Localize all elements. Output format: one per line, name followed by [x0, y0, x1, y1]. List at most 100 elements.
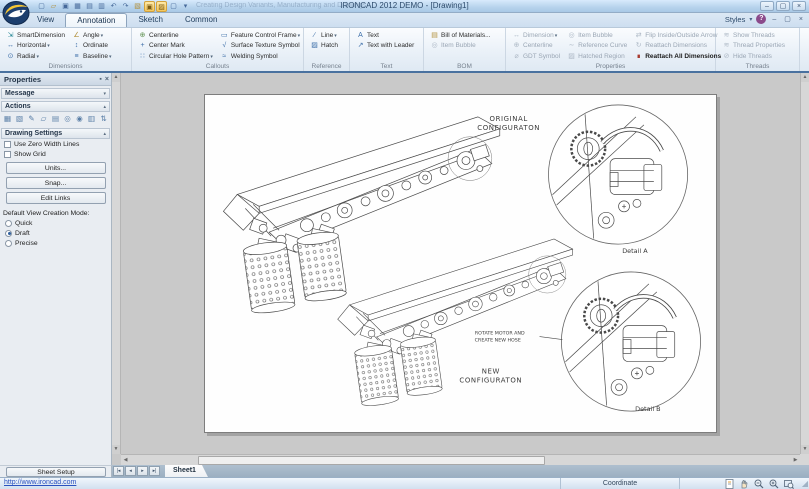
radio-draft[interactable]: Draft: [0, 228, 111, 238]
first-sheet-icon[interactable]: |◂: [113, 466, 124, 476]
web-icon[interactable]: ◎: [62, 114, 73, 124]
undo-icon[interactable]: ↶: [108, 1, 119, 12]
zoom-fit-icon[interactable]: [783, 479, 795, 489]
hatched-region-button[interactable]: ▨Hatched Region: [565, 51, 629, 62]
scroll-up-icon[interactable]: ▲: [801, 73, 809, 82]
welding-symbol-button[interactable]: ≈Welding Symbol: [218, 51, 302, 62]
document-close-icon[interactable]: ×: [797, 16, 805, 23]
tab-annotation[interactable]: Annotation: [65, 13, 127, 27]
update-icon[interactable]: ⇅: [98, 114, 109, 124]
item-bubble-button[interactable]: ◎Item Bubble: [428, 41, 493, 52]
angle-dimension-button[interactable]: ∠Angle: [70, 30, 113, 41]
thread-properties-button[interactable]: ≋Thread Properties: [720, 41, 787, 52]
hatch-button[interactable]: ▨Hatch: [308, 41, 340, 52]
radial-dimension-button[interactable]: ⊙Radial: [4, 51, 67, 62]
checkbox-box[interactable]: [4, 151, 11, 158]
tab-common[interactable]: Common: [174, 13, 228, 27]
previous-sheet-icon[interactable]: ◂: [125, 466, 136, 476]
new-window-icon[interactable]: ▢: [168, 1, 179, 12]
close-icon[interactable]: ×: [792, 1, 806, 11]
new-document-icon[interactable]: ▢: [36, 1, 47, 12]
open-folder-icon[interactable]: ▱: [38, 114, 49, 124]
styles-dropdown[interactable]: Styles: [725, 15, 745, 24]
export-icon[interactable]: ▥: [86, 114, 97, 124]
surface-texture-symbol-button[interactable]: √Surface Texture Symbol: [218, 41, 302, 52]
drawing-canvas[interactable]: ORIGINAL CONFIGURATON NEW CONFIGURATON R…: [121, 73, 800, 454]
customize-qat-icon[interactable]: ▾: [180, 1, 191, 12]
scroll-down-icon[interactable]: ▼: [112, 445, 120, 454]
message-chevron-icon[interactable]: ▾: [103, 89, 106, 99]
circular-hole-pattern-button[interactable]: ∷Circular Hole Pattern: [136, 51, 215, 62]
scroll-right-icon[interactable]: ▶: [791, 455, 800, 465]
minimize-icon[interactable]: –: [760, 1, 774, 11]
reference-line-button[interactable]: ∕Line: [308, 30, 340, 41]
checkbox-use-zero-width-lines[interactable]: Use Zero Width Lines: [0, 139, 111, 149]
document-minimize-icon[interactable]: –: [770, 16, 778, 23]
scroll-up-icon[interactable]: ▲: [112, 73, 120, 82]
help-icon[interactable]: ?: [756, 14, 766, 24]
panel-close-icon[interactable]: ×: [105, 73, 109, 86]
dimension-properties-button[interactable]: ↔Dimension: [510, 30, 562, 41]
image-icon[interactable]: ◉: [74, 114, 85, 124]
radio-button[interactable]: [5, 220, 12, 227]
section-drawing-settings[interactable]: Drawing Settings ▴: [1, 128, 110, 139]
item-bubble-properties-button[interactable]: ◎Item Bubble: [565, 30, 629, 41]
panel-vertical-scrollbar[interactable]: ▲ ▼: [112, 73, 121, 454]
panel-pin-icon[interactable]: ▪: [99, 73, 101, 86]
centerline-properties-button[interactable]: ⊕Centerline: [510, 41, 562, 52]
radio-precise[interactable]: Precise: [0, 238, 111, 248]
render-mode-icon[interactable]: ▨: [156, 1, 167, 12]
ordinate-dimension-button[interactable]: ↕Ordinate: [70, 41, 113, 52]
table-icon[interactable]: ▤: [50, 114, 61, 124]
checkbox-show-grid[interactable]: Show Grid: [0, 149, 111, 159]
horizontal-scroll-thumb[interactable]: [198, 456, 545, 465]
text-button[interactable]: AText: [354, 30, 416, 41]
text-with-leader-button[interactable]: ↗Text with Leader: [354, 41, 416, 52]
radio-button-selected[interactable]: [5, 230, 12, 237]
copy-icon[interactable]: ▧: [132, 1, 143, 12]
document-restore-icon[interactable]: ▢: [782, 15, 793, 23]
feature-control-frame-button[interactable]: ▭Feature Control Frame: [218, 30, 302, 41]
pan-hand-icon[interactable]: [738, 479, 750, 489]
edit-icon[interactable]: ✎: [26, 114, 37, 124]
tab-sketch[interactable]: Sketch: [127, 13, 173, 27]
redo-icon[interactable]: ↷: [120, 1, 131, 12]
fit-view-icon[interactable]: ▦: [2, 114, 13, 124]
canvas-vertical-scrollbar[interactable]: ▲ ▼: [800, 73, 809, 454]
zoom-out-icon[interactable]: [753, 479, 765, 489]
catalog-browser-icon[interactable]: ▣: [144, 1, 155, 12]
smartdimension-button[interactable]: ⇲SmartDimension: [4, 30, 67, 41]
drawing-settings-chevron-icon[interactable]: ▴: [103, 129, 106, 139]
edit-links-button[interactable]: Edit Links: [6, 192, 106, 204]
center-mark-button[interactable]: +Center Mark: [136, 41, 215, 52]
ironcad-link[interactable]: http://www.ironcad.com: [4, 479, 76, 486]
checkbox-box[interactable]: [4, 141, 11, 148]
zoom-in-icon[interactable]: [768, 479, 780, 489]
section-message[interactable]: Message ▾: [1, 88, 110, 99]
show-threads-button[interactable]: ≋Show Threads: [720, 30, 787, 41]
new-sheet-icon[interactable]: ▧: [14, 114, 25, 124]
scroll-left-icon[interactable]: ◀: [121, 455, 130, 465]
hide-threads-button[interactable]: ⊘Hide Threads: [720, 51, 787, 62]
gdt-symbol-button[interactable]: ⌀GDT Symbol: [510, 51, 562, 62]
centerline-button[interactable]: ⊕Centerline: [136, 30, 215, 41]
reattach-dimensions-button[interactable]: ↻Reattach Dimensions: [632, 41, 723, 52]
radio-quick[interactable]: Quick: [0, 218, 111, 228]
save-all-icon[interactable]: ▦: [72, 1, 83, 12]
flip-inside-outside-arrow-button[interactable]: ⇄Flip Inside/Outside Arrow: [632, 30, 723, 41]
reattach-all-dimensions-button[interactable]: ∎Reattach All Dimensions: [632, 51, 723, 62]
reference-curve-button[interactable]: ∼Reference Curve: [565, 41, 629, 52]
baseline-dimension-button[interactable]: ≡Baseline: [70, 51, 113, 62]
maximize-icon[interactable]: ▢: [776, 1, 790, 11]
snap-button[interactable]: Snap...: [6, 177, 106, 189]
last-sheet-icon[interactable]: ▸|: [149, 466, 160, 476]
bill-of-materials-button[interactable]: ▤Bill of Materials...: [428, 30, 493, 41]
horizontal-dimension-button[interactable]: ↔Horizontal: [4, 41, 67, 52]
next-sheet-icon[interactable]: ▸: [137, 466, 148, 476]
print-preview-icon[interactable]: ▥: [96, 1, 107, 12]
radio-button[interactable]: [5, 240, 12, 247]
sheet-setup-button[interactable]: Sheet Setup: [6, 467, 106, 477]
open-icon[interactable]: ▱: [48, 1, 59, 12]
ironcad-logo[interactable]: [2, 1, 32, 26]
print-icon[interactable]: ▤: [84, 1, 95, 12]
